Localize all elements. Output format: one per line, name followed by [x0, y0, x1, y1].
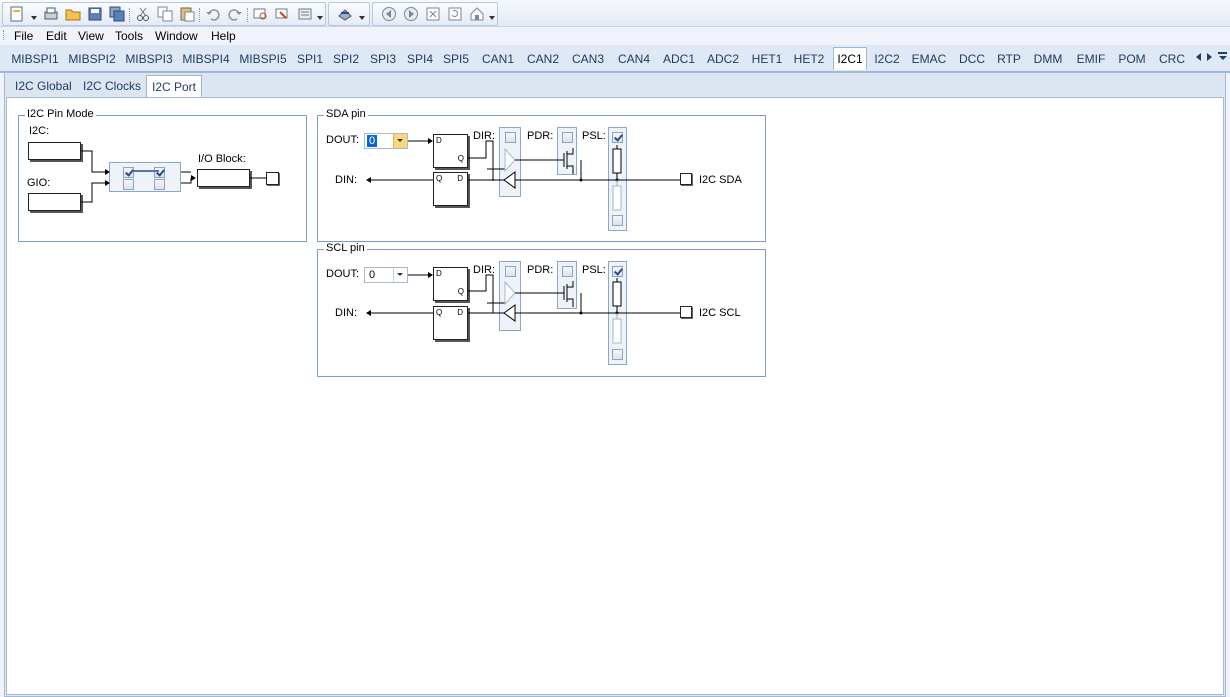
- tab-pom[interactable]: POM: [1116, 50, 1148, 68]
- tab-spi1[interactable]: SPI1: [296, 50, 324, 68]
- separator: [129, 8, 133, 22]
- tab-i2c-port[interactable]: I2C Port: [146, 75, 203, 99]
- tab-spi5[interactable]: SPI5: [442, 50, 470, 68]
- find-icon[interactable]: [253, 6, 269, 22]
- i2c-port-page: I2C Pin Mode I2C: GIO: I/O Block: SDA pi…: [6, 97, 1224, 695]
- menu-file[interactable]: File: [14, 29, 33, 43]
- paste-icon[interactable]: [179, 6, 195, 22]
- open-folder-icon[interactable]: [65, 6, 81, 22]
- i2c-pin-mode-group: I2C Pin Mode I2C: GIO: I/O Block:: [18, 108, 307, 242]
- new-icon[interactable]: [9, 6, 25, 22]
- tab-list-arrow-icon[interactable]: [1219, 56, 1227, 60]
- tab-i2c1[interactable]: I2C1: [833, 47, 867, 70]
- tab-list-icon[interactable]: [1218, 52, 1227, 54]
- tab-can3[interactable]: CAN3: [570, 50, 606, 68]
- generate-toolbar: [328, 2, 370, 26]
- cut-icon[interactable]: [135, 6, 151, 22]
- menu-edit[interactable]: Edit: [46, 29, 67, 43]
- tab-emif[interactable]: EMIF: [1074, 50, 1108, 68]
- tab-het1[interactable]: HET1: [750, 50, 784, 68]
- tab-can4[interactable]: CAN4: [616, 50, 652, 68]
- nav-dropdown-icon[interactable]: [489, 16, 495, 20]
- replace-icon[interactable]: [275, 6, 291, 22]
- scl-pin-group: SCL pin DOUT: 0 DIN: DIR: PDR: PSL: I2C …: [317, 242, 766, 377]
- tab-can1[interactable]: CAN1: [480, 50, 516, 68]
- new-dropdown-icon[interactable]: [31, 16, 37, 20]
- menu-bar: File Edit View Tools Window Help: [0, 27, 1230, 45]
- tab-rtp[interactable]: RTP: [995, 50, 1023, 68]
- sda-pin-group: SDA pin DOUT: 0 DIN: DIR: PDR: PSL: I2C …: [317, 108, 766, 242]
- tab-crc[interactable]: CRC: [1157, 50, 1187, 68]
- tab-spi2[interactable]: SPI2: [332, 50, 360, 68]
- toolbar-overflow-icon[interactable]: [317, 16, 323, 20]
- tab-mibspi2[interactable]: MIBSPI2: [67, 50, 117, 68]
- menu-grip: [3, 30, 7, 40]
- refresh-icon[interactable]: [447, 6, 463, 22]
- menu-tools[interactable]: Tools: [115, 29, 143, 43]
- home-icon[interactable]: [469, 6, 485, 22]
- print-icon[interactable]: [43, 6, 59, 22]
- tab-adc2[interactable]: ADC2: [705, 50, 741, 68]
- toolbar: [0, 0, 1230, 27]
- tab-adc1[interactable]: ADC1: [661, 50, 697, 68]
- tab-dmm[interactable]: DMM: [1031, 50, 1065, 68]
- redo-icon[interactable]: [227, 6, 243, 22]
- scroll-right-icon[interactable]: [1207, 53, 1212, 61]
- scl-schematic: [366, 272, 680, 344]
- tab-i2c-clocks[interactable]: I2C Clocks: [78, 77, 146, 97]
- nav-back-icon[interactable]: [381, 6, 397, 22]
- undo-icon[interactable]: [205, 6, 221, 22]
- tab-emac[interactable]: EMAC: [910, 50, 948, 68]
- tab-i2c-global[interactable]: I2C Global: [10, 77, 77, 97]
- tab-mibspi1[interactable]: MIBSPI1: [10, 50, 60, 68]
- tab-spi3[interactable]: SPI3: [369, 50, 397, 68]
- menu-window[interactable]: Window: [155, 29, 198, 43]
- separator: [199, 8, 203, 22]
- scroll-left-icon[interactable]: [1196, 53, 1201, 61]
- module-tab-strip: MIBSPI1 MIBSPI2 MIBSPI3 MIBSPI4 MIBSPI5 …: [0, 45, 1230, 73]
- separator: [247, 8, 251, 22]
- copy-icon[interactable]: [157, 6, 173, 22]
- tab-spi4[interactable]: SPI4: [406, 50, 434, 68]
- tab-i2c2[interactable]: I2C2: [871, 50, 903, 68]
- tab-mibspi5[interactable]: MIBSPI5: [238, 50, 288, 68]
- standard-toolbar: [2, 2, 326, 26]
- tab-can2[interactable]: CAN2: [525, 50, 561, 68]
- sda-schematic: [366, 138, 680, 211]
- tab-dcc[interactable]: DCC: [957, 50, 987, 68]
- navigation-toolbar: [372, 2, 498, 26]
- generate-dropdown-icon[interactable]: [359, 16, 365, 20]
- tab-mibspi3[interactable]: MIBSPI3: [124, 50, 174, 68]
- save-all-icon[interactable]: [109, 6, 125, 22]
- menu-help[interactable]: Help: [211, 29, 236, 43]
- tab-het2[interactable]: HET2: [792, 50, 826, 68]
- save-icon[interactable]: [87, 6, 103, 22]
- generate-code-icon[interactable]: [337, 6, 353, 22]
- nav-forward-icon[interactable]: [403, 6, 419, 22]
- tab-mibspi4[interactable]: MIBSPI4: [181, 50, 231, 68]
- close-doc-icon[interactable]: [425, 6, 441, 22]
- menu-view[interactable]: View: [78, 29, 104, 43]
- properties-icon[interactable]: [297, 6, 313, 22]
- pin-mode-wires: [81, 150, 266, 203]
